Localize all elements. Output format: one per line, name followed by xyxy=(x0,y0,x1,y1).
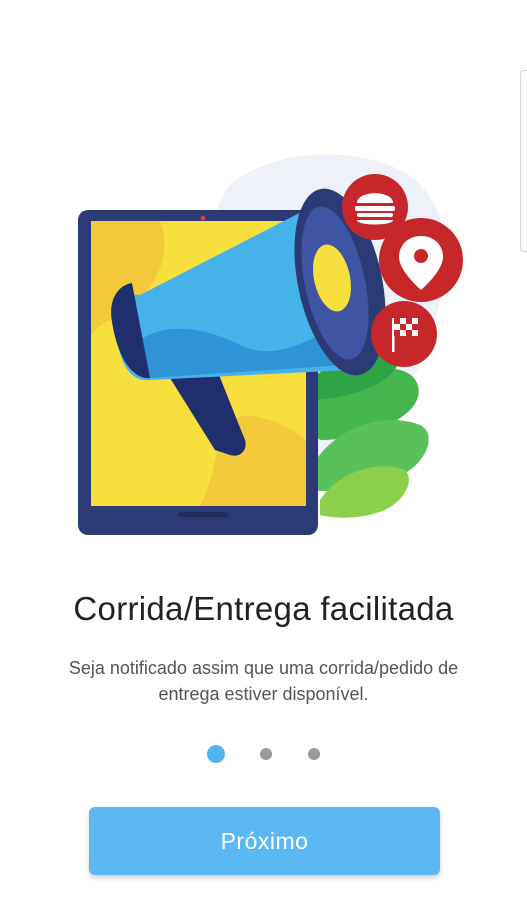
onboarding-description: Seja notificado assim que uma corrida/pe… xyxy=(68,658,459,704)
onboarding-illustration xyxy=(78,154,463,535)
page-dot-1[interactable] xyxy=(207,745,225,763)
map-pin-icon xyxy=(379,218,463,302)
page-dot-3[interactable] xyxy=(308,748,320,760)
onboarding-title: Corrida/Entrega facilitada xyxy=(73,590,454,627)
page-indicator xyxy=(0,744,527,764)
onboarding-screen: Corrida/Entrega facilitada Seja notifica… xyxy=(0,0,527,900)
page-dot-2[interactable] xyxy=(260,748,272,760)
checkered-flag-icon xyxy=(371,301,437,367)
next-button[interactable]: Próximo xyxy=(89,807,440,875)
